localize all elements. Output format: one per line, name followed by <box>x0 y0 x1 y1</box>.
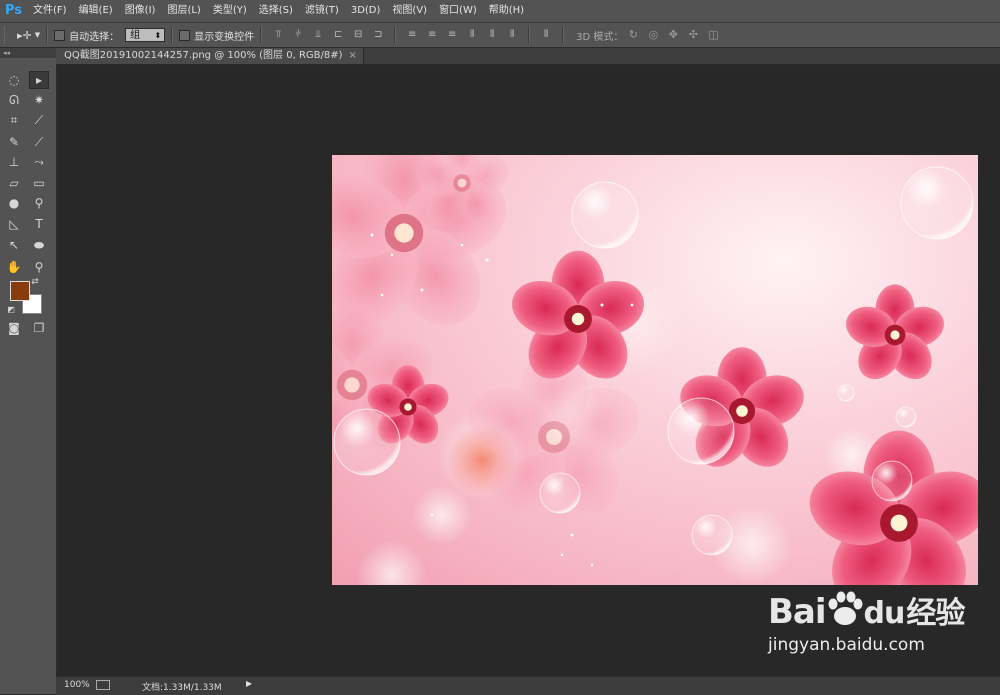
type-tool-icon[interactable]: T <box>30 216 48 232</box>
3d-rotate-icon[interactable]: ↻ <box>626 29 640 41</box>
distribute-left-icon[interactable]: ⦀ <box>466 29 478 41</box>
watermark-cn: 经验 <box>906 596 965 631</box>
hand-tool-icon[interactable]: ✋ <box>5 259 23 275</box>
distribute-right-icon[interactable]: ⦀ <box>506 29 518 41</box>
status-preview-icon[interactable] <box>96 680 110 690</box>
align-right-icon[interactable]: ⊐ <box>372 29 384 41</box>
zoom-tool-icon[interactable]: ⚲ <box>30 259 48 275</box>
align-top-icon[interactable]: ⫪ <box>272 29 284 41</box>
menu-select[interactable]: 选择(S) <box>253 0 299 22</box>
show-transform-label: 显示变换控件 <box>194 31 255 43</box>
divider <box>46 27 49 43</box>
lasso-tool-icon[interactable]: ᘏ <box>5 92 23 108</box>
watermark-brand: Bai <box>768 592 827 632</box>
3d-scale-icon[interactable]: ◫ <box>706 29 720 41</box>
magic-wand-tool-icon[interactable]: ✷ <box>30 92 48 108</box>
move-tool-icon[interactable]: ▸ <box>29 71 49 89</box>
distribute-hcenter-icon[interactable]: ⦀ <box>486 29 498 41</box>
eraser-tool-icon[interactable]: ▱ <box>5 175 23 191</box>
canvas-image[interactable] <box>332 155 978 585</box>
options-grip <box>4 27 9 43</box>
path-selection-tool-icon[interactable]: ↖ <box>5 237 23 253</box>
default-colors-icon[interactable]: ◩ <box>6 305 16 315</box>
blur-tool-icon[interactable]: ● <box>5 195 23 211</box>
ellipse-tool-icon[interactable]: ⬬ <box>30 237 48 253</box>
history-brush-tool-icon[interactable]: ⤳ <box>30 154 48 170</box>
3d-pan-icon[interactable]: ✥ <box>666 29 680 41</box>
dodge-tool-icon[interactable]: ⚲ <box>30 195 48 211</box>
menu-layer[interactable]: 图层(L) <box>161 0 206 22</box>
divider <box>394 27 397 43</box>
align-bottom-icon[interactable]: ⫫ <box>312 29 324 41</box>
auto-select-checkbox[interactable] <box>54 29 66 41</box>
status-menu-arrow-icon[interactable]: ▶ <box>246 679 252 688</box>
document-tab-bar: QQ截图20191002144257.png @ 100% (图层 0, RGB… <box>56 48 1000 65</box>
crop-tool-icon[interactable]: ⌗ <box>5 112 23 128</box>
menubar: Ps 文件(F) 编辑(E) 图像(I) 图层(L) 类型(Y) 选择(S) 滤… <box>0 0 1000 23</box>
align-vcenter-icon[interactable]: ⫩ <box>292 29 304 41</box>
divider <box>528 27 531 43</box>
auto-select-label: 自动选择： <box>69 31 120 43</box>
brush-tool-icon[interactable]: ⟋ <box>30 134 48 150</box>
move-tool-icon: ▸✛ <box>17 28 32 42</box>
auto-align-icon[interactable]: ⫴ <box>540 29 552 41</box>
menu-window[interactable]: 窗口(W) <box>433 0 483 22</box>
zoom-level[interactable]: 100% <box>64 680 90 690</box>
watermark-url: jingyan.baidu.com <box>768 635 925 655</box>
3d-mode-label: 3D 模式： <box>576 31 624 43</box>
foreground-color-swatch[interactable] <box>10 281 30 301</box>
clone-stamp-tool-icon[interactable]: ⊥ <box>5 154 23 170</box>
document-tab[interactable]: QQ截图20191002144257.png @ 100% (图层 0, RGB… <box>56 48 364 64</box>
quick-mask-icon[interactable]: ◙ <box>5 320 23 336</box>
close-icon[interactable]: × <box>349 50 357 61</box>
auto-select-dropdown[interactable]: 组 ⬍ <box>125 28 166 42</box>
healing-brush-tool-icon[interactable]: ✎ <box>5 134 23 150</box>
menu-file[interactable]: 文件(F) <box>27 0 73 22</box>
menu-view[interactable]: 视图(V) <box>386 0 433 22</box>
distribute-vcenter-icon[interactable]: ≡ <box>426 29 438 41</box>
toolbox: ◂◂ ◌ ▸ ᘏ ✷ ⌗ ⟋ ✎ ⟋ ⊥ ⤳ ▱ ▭ ● ⚲ ◺ T ↖ ⬬ ✋… <box>0 48 57 694</box>
paw-icon <box>828 591 863 625</box>
screen-mode-icon[interactable]: ❐ <box>30 320 48 336</box>
document-info: 文档:1.33M/1.33M <box>142 683 222 693</box>
menu-edit[interactable]: 编辑(E) <box>73 0 119 22</box>
toolbox-collapse[interactable]: ◂◂ <box>0 48 56 58</box>
align-left-icon[interactable]: ⊏ <box>332 29 344 41</box>
align-hcenter-icon[interactable]: ⊟ <box>352 29 364 41</box>
document-tab-title: QQ截图20191002144257.png @ 100% (图层 0, RGB… <box>64 50 343 61</box>
pen-tool-icon[interactable]: ◺ <box>5 216 23 232</box>
menu-3d[interactable]: 3D(D) <box>345 0 387 22</box>
divider <box>562 27 565 43</box>
eyedropper-tool-icon[interactable]: ⟋ <box>30 112 48 128</box>
3d-slide-icon[interactable]: ✣ <box>686 29 700 41</box>
distribute-bottom-icon[interactable]: ≡ <box>446 29 458 41</box>
status-bar: 100% 文档:1.33M/1.33M ▶ <box>56 676 1000 695</box>
3d-roll-icon[interactable]: ◎ <box>646 29 660 41</box>
menu-image[interactable]: 图像(I) <box>119 0 162 22</box>
menu-filter[interactable]: 滤镜(T) <box>299 0 345 22</box>
auto-select-value: 组 <box>130 30 141 41</box>
baidu-jingyan-watermark: Bai du经验 jingyan.baidu.com <box>768 588 965 655</box>
options-bar: ▸✛ ▼ 自动选择： 组 ⬍ 显示变换控件 ⫪ ⫩ ⫫ ⊏ ⊟ ⊐ ≡ ≡ ≡ ⦀ … <box>0 23 1000 48</box>
pink-flowers-artwork <box>332 155 978 585</box>
marquee-tool-icon[interactable]: ◌ <box>5 72 23 88</box>
dropdown-arrow-icon: ⬍ <box>154 31 162 40</box>
photoshop-logo: Ps <box>5 3 23 18</box>
gradient-tool-icon[interactable]: ▭ <box>30 175 48 191</box>
divider <box>171 27 174 43</box>
watermark-brand-suffix: du <box>863 596 906 631</box>
show-transform-checkbox[interactable] <box>179 29 191 41</box>
chevron-down-icon: ▼ <box>34 31 41 39</box>
menu-help[interactable]: 帮助(H) <box>483 0 530 22</box>
distribute-top-icon[interactable]: ≡ <box>406 29 418 41</box>
menu-type[interactable]: 类型(Y) <box>207 0 253 22</box>
divider <box>260 27 263 43</box>
tool-preset-picker[interactable]: ▸✛ ▼ <box>17 29 40 42</box>
swap-colors-icon[interactable]: ⇄ <box>30 277 40 287</box>
